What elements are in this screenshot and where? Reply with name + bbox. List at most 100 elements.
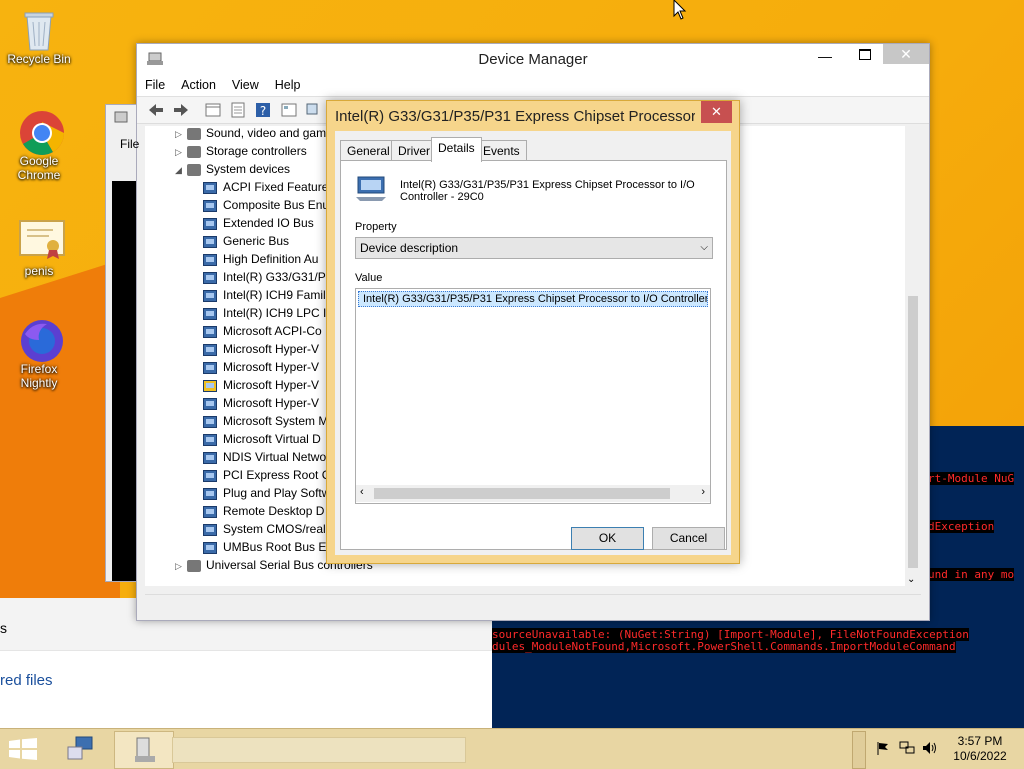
forward-arrow-icon[interactable]: [172, 101, 190, 119]
desktop-background-shape: [0, 260, 120, 640]
back-arrow-icon[interactable]: [147, 101, 165, 119]
scrollbar-thumb[interactable]: [908, 296, 918, 568]
tree-scrollbar[interactable]: ⌄: [905, 126, 921, 590]
property-dropdown-value: Device description: [360, 241, 459, 255]
horizontal-scrollbar-thumb[interactable]: [374, 488, 670, 499]
clock-time: 3:57 PM: [957, 734, 1003, 748]
device-icon: [203, 451, 217, 464]
volume-icon[interactable]: [922, 741, 936, 755]
dialog-body: General Driver Details Events Intel(R) G…: [335, 131, 731, 555]
show-hidden-icons[interactable]: [852, 731, 866, 769]
desktop-icon-label: Google Chrome: [17, 154, 61, 182]
firefox-nightly-icon: [19, 318, 63, 362]
help-icon[interactable]: ?: [254, 101, 272, 119]
network-icon[interactable]: [899, 741, 915, 755]
explorer-link[interactable]: red files: [0, 672, 53, 689]
maximize-button[interactable]: [855, 46, 875, 62]
list-view-icon[interactable]: [229, 101, 247, 119]
device-icon: [203, 235, 217, 248]
tree-expand-icon[interactable]: ▷: [175, 126, 187, 143]
tree-device[interactable]: Composite Bus Enu: [203, 196, 329, 214]
desktop-icon-firefox-nightly[interactable]: Firefox Nightly: [3, 318, 75, 390]
menu-file-fragment[interactable]: File: [120, 137, 139, 151]
value-list[interactable]: Intel(R) G33/G31/P35/P31 Express Chipset…: [355, 288, 711, 504]
tree-item-label: Microsoft System M: [223, 414, 329, 428]
tree-device[interactable]: Intel(R) G33/G31/P: [203, 268, 326, 286]
black-pane: [112, 181, 136, 581]
details-icon[interactable]: [280, 101, 298, 119]
monitor-icon[interactable]: [305, 101, 323, 119]
scroll-down-icon[interactable]: ⌄: [907, 574, 915, 585]
tree-device[interactable]: Microsoft ACPI-Co: [203, 322, 322, 340]
tree-device[interactable]: UMBus Root Bus En: [203, 538, 333, 556]
tree-device[interactable]: Generic Bus: [203, 232, 289, 250]
clock-date: 10/6/2022: [953, 749, 1007, 763]
tree-device[interactable]: Microsoft Hyper-V: [203, 358, 319, 376]
scroll-right-icon[interactable]: ›: [701, 486, 705, 498]
device-icon: [203, 199, 217, 212]
ok-button[interactable]: OK: [571, 527, 644, 550]
cancel-button[interactable]: Cancel: [652, 527, 725, 550]
tree-item-label: Microsoft Virtual D: [223, 432, 321, 446]
tree-item-label: Microsoft Hyper-V: [223, 378, 320, 392]
device-icon: [203, 361, 217, 374]
menu-help[interactable]: Help: [267, 74, 309, 92]
tab-events[interactable]: Events: [476, 140, 527, 161]
tree-category[interactable]: ▷ Storage controllers: [175, 142, 307, 160]
category-icon: [187, 163, 201, 176]
close-button[interactable]: ✕: [883, 44, 929, 64]
tree-collapse-icon[interactable]: ◢: [175, 161, 187, 179]
minimize-button[interactable]: —: [815, 48, 835, 64]
tree-expand-icon[interactable]: ▷: [175, 143, 187, 161]
desktop-icon-chrome[interactable]: Google Chrome: [3, 110, 75, 182]
menu-file[interactable]: File: [137, 74, 173, 92]
tree-device[interactable]: Microsoft Hyper-V: [203, 340, 319, 358]
device-warning-icon: [203, 379, 217, 392]
tree-device[interactable]: Microsoft Virtual D: [203, 430, 321, 448]
tree-category[interactable]: ◢ System devices: [175, 160, 290, 178]
menu-action[interactable]: Action: [173, 74, 224, 92]
value-item[interactable]: Intel(R) G33/G31/P35/P31 Express Chipset…: [358, 291, 708, 307]
tree-device[interactable]: ACPI Fixed Feature: [203, 178, 328, 196]
tree-device[interactable]: Remote Desktop D: [203, 502, 324, 520]
tree-device[interactable]: Microsoft Hyper-V: [203, 376, 319, 394]
device-icon: [203, 487, 217, 500]
tree-item-label: System devices: [206, 162, 291, 176]
title-bar[interactable]: Device Manager — ✕: [137, 44, 929, 74]
taskbar-item-remote[interactable]: [52, 731, 110, 767]
tree-device[interactable]: NDIS Virtual Netwo: [203, 448, 326, 466]
tree-device[interactable]: Microsoft Hyper-V: [203, 394, 319, 412]
dialog-title: Intel(R) G33/G31/P35/P31 Express Chipset…: [335, 108, 695, 125]
tree-item-label: Extended IO Bus: [223, 216, 314, 230]
menu-view[interactable]: View: [224, 74, 267, 92]
tree-device[interactable]: Plug and Play Softw: [203, 484, 330, 502]
dialog-close-button[interactable]: ✕: [701, 101, 732, 123]
flag-icon[interactable]: [876, 741, 890, 755]
tree-device[interactable]: Microsoft System M: [203, 412, 328, 430]
desktop-icon-certificate[interactable]: penis: [3, 220, 75, 278]
tree-device[interactable]: High Definition Au: [203, 250, 318, 268]
tree-expand-icon[interactable]: ▷: [175, 557, 187, 575]
properties-dialog: Intel(R) G33/G31/P35/P31 Express Chipset…: [326, 100, 740, 564]
tree-device[interactable]: PCI Express Root C: [203, 466, 330, 484]
value-label: Value: [355, 272, 383, 284]
horizontal-scrollbar[interactable]: ‹ ›: [356, 485, 710, 502]
windows-start-icon[interactable]: [8, 738, 38, 763]
properties-icon[interactable]: [204, 101, 222, 119]
property-dropdown[interactable]: Device description ⌵: [355, 237, 713, 259]
tree-device[interactable]: Intel(R) ICH9 Famil: [203, 286, 326, 304]
tab-general[interactable]: General: [340, 140, 397, 161]
tab-details[interactable]: Details: [431, 137, 482, 162]
tree-item-label: Intel(R) ICH9 LPC In: [223, 306, 334, 320]
taskbar-item-device-manager[interactable]: [114, 731, 174, 769]
property-label: Property: [355, 221, 397, 233]
tree-category[interactable]: ▷ Sound, video and gam: [175, 126, 326, 142]
tree-device[interactable]: Intel(R) ICH9 LPC In: [203, 304, 333, 322]
desktop-icon-recycle-bin[interactable]: Recycle Bin: [3, 8, 75, 66]
scroll-left-icon[interactable]: ‹: [360, 486, 364, 498]
powershell-line: und in any mo: [928, 568, 1015, 581]
clock[interactable]: 3:57 PM 10/6/2022: [952, 734, 1008, 764]
chrome-icon: [19, 110, 64, 155]
tree-device[interactable]: Extended IO Bus: [203, 214, 314, 232]
tree-device[interactable]: System CMOS/real: [203, 520, 326, 538]
